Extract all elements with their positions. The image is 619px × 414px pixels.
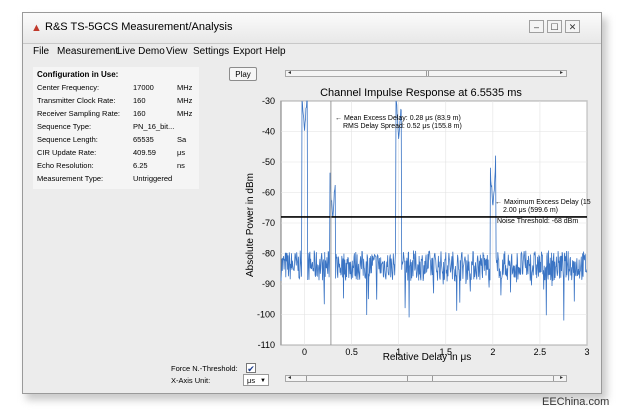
- max-excess-annotation: ← Maximum Excess Delay (15: [495, 199, 591, 206]
- y-tick-label: -90: [262, 279, 275, 289]
- y-tick-label: -30: [262, 96, 275, 106]
- x-axis-label: Relative Delay in μs: [383, 352, 472, 363]
- y-tick-label: -70: [262, 218, 275, 228]
- impulse-response-chart: Channel Impulse Response at 6.5535 ms -3…: [245, 87, 591, 363]
- y-tick-label: -110: [258, 340, 275, 350]
- y-axis-label: Absolute Power in dBm: [245, 173, 256, 277]
- rms-delay-annotation: RMS Delay Spread: 0.52 μs (155.8 m): [343, 123, 462, 130]
- x-tick-label: 0: [302, 347, 307, 357]
- y-tick-label: -80: [262, 249, 275, 259]
- x-tick-label: 2.5: [534, 347, 547, 357]
- watermark: EEChina.com: [542, 396, 610, 408]
- max-excess-value-annotation: 2.00 μs (599.6 m): [503, 207, 558, 214]
- mean-excess-annotation: ← Mean Excess Delay: 0.28 μs (83.9 m): [335, 115, 461, 122]
- noise-threshold-annotation: Noise Threshold: -68 dBm: [497, 218, 578, 225]
- chart-title: Channel Impulse Response at 6.5535 ms: [320, 87, 522, 99]
- y-tick-label: -40: [262, 127, 275, 137]
- app-window: ▲ R&S TS-5GCS Measurement/Analysis – ☐ ✕…: [22, 12, 602, 394]
- y-tick-labels: -30 -40 -50 -60 -70 -80 -90 -100 -110: [257, 96, 275, 350]
- y-tick-label: -60: [262, 188, 275, 198]
- x-tick-label: 0.5: [345, 347, 358, 357]
- y-tick-label: -100: [257, 310, 275, 320]
- x-tick-label: 3: [584, 347, 589, 357]
- x-tick-label: 2: [490, 347, 495, 357]
- y-tick-label: -50: [262, 157, 275, 167]
